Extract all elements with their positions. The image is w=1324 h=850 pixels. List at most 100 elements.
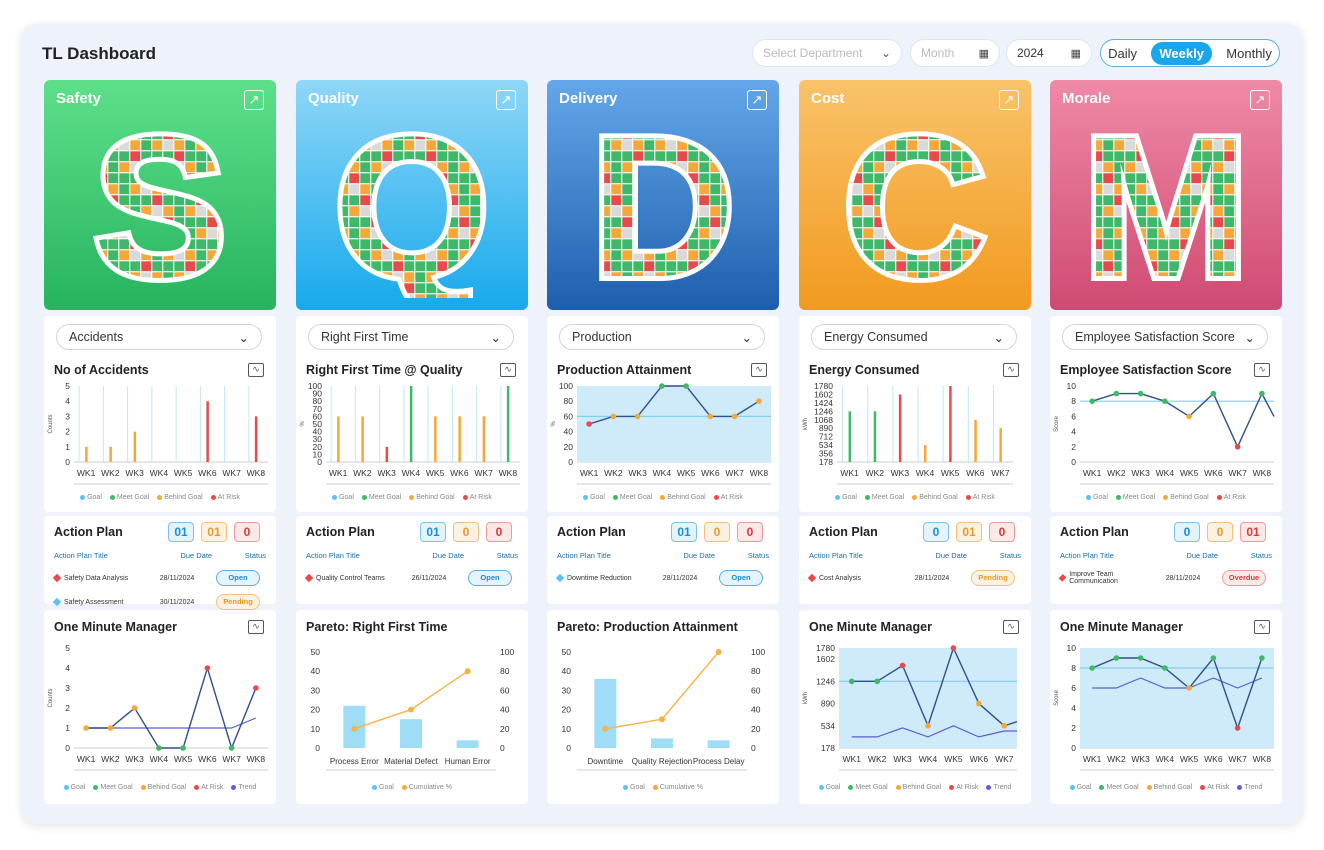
legend-item-meet-goal: Meet Goal bbox=[93, 784, 133, 791]
open-count-badge[interactable]: 01 bbox=[671, 522, 697, 542]
x-tick-label: Process Error bbox=[330, 757, 379, 766]
expand-icon[interactable]: ↗ bbox=[244, 90, 264, 110]
open-count-badge[interactable]: 0 bbox=[923, 522, 949, 542]
legend-item-at-risk: At Risk bbox=[949, 784, 978, 791]
x-tick-label: WK7 bbox=[725, 468, 744, 478]
metric-dropdown[interactable]: Energy Consumed ⌄ bbox=[811, 324, 1017, 350]
chevron-down-icon: ⌄ bbox=[238, 330, 249, 345]
kpi-chart-panel: Employee Satisfaction Score ⌄ Employee Sat… bbox=[1050, 316, 1282, 512]
legend-label: Behind Goal bbox=[919, 494, 958, 501]
x-tick-label: WK8 bbox=[1253, 468, 1272, 478]
x-tick-label: WK7 bbox=[474, 468, 493, 478]
data-point bbox=[1259, 655, 1265, 661]
chart-view-icon[interactable]: ∿ bbox=[1003, 363, 1019, 377]
bar bbox=[85, 446, 88, 462]
status-badge[interactable]: Open bbox=[468, 570, 512, 586]
pending-count-badge[interactable]: 0 bbox=[453, 522, 479, 542]
action-plan-name-text: Downtime Reduction bbox=[567, 574, 632, 582]
y2-tick-label: 60 bbox=[500, 685, 510, 695]
action-plan-row[interactable]: Downtime Reduction 28/11/2024 Open bbox=[555, 570, 769, 586]
department-select[interactable]: Select Department ⌄ bbox=[752, 39, 902, 67]
open-count-badge[interactable]: 01 bbox=[420, 522, 446, 542]
pending-count-badge[interactable]: 0 bbox=[704, 522, 730, 542]
action-plan-due: 28/11/2024 bbox=[159, 574, 195, 582]
kpi-letter-tiles bbox=[1082, 118, 1250, 298]
data-point bbox=[1186, 685, 1192, 691]
pending-count-badge[interactable]: 01 bbox=[201, 522, 227, 542]
y-axis-label: kWh bbox=[803, 692, 809, 704]
legend-item-meet-goal: Meet Goal bbox=[612, 494, 652, 501]
legend-swatch bbox=[713, 494, 719, 500]
year-picker[interactable]: 2024 ▦ bbox=[1006, 39, 1092, 67]
overdue-count-badge[interactable]: 0 bbox=[234, 522, 260, 542]
chart-view-icon[interactable]: ∿ bbox=[248, 620, 264, 634]
legend-label: Behind Goal bbox=[164, 494, 203, 501]
expand-icon[interactable]: ↗ bbox=[496, 90, 516, 110]
status-badge[interactable]: Open bbox=[216, 570, 260, 586]
kpi-card-cost[interactable]: Cost ↗ CC bbox=[799, 80, 1031, 310]
x-tick-label: WK7 bbox=[222, 754, 241, 764]
x-tick-label: WK7 bbox=[222, 468, 241, 478]
chart-title: Employee Satisfaction Score bbox=[1060, 363, 1232, 377]
status-badge[interactable]: Pending bbox=[971, 570, 1015, 586]
data-point bbox=[1162, 665, 1168, 671]
pending-count-badge[interactable]: 01 bbox=[956, 522, 982, 542]
kpi-card-delivery[interactable]: Delivery ↗ DD bbox=[547, 80, 779, 310]
chart-view-icon[interactable]: ∿ bbox=[751, 363, 767, 377]
action-plan-panel: Action Plan 01 0 0 Action Plan Title Due Date… bbox=[547, 516, 779, 604]
legend-item-behind-goal: Behind Goal bbox=[140, 784, 186, 791]
x-tick-label: WK6 bbox=[1204, 754, 1223, 764]
month-picker[interactable]: Month ▦ bbox=[910, 39, 1000, 67]
expand-icon[interactable]: ↗ bbox=[1250, 90, 1270, 110]
action-plan-row[interactable]: Cost Analysis 28/11/2024 Pending bbox=[807, 570, 1021, 586]
y-tick-label: 4 bbox=[65, 396, 70, 406]
kpi-card-quality[interactable]: Quality ↗QQ bbox=[296, 80, 528, 310]
chart-view-icon[interactable]: ∿ bbox=[500, 363, 516, 377]
overdue-count-badge[interactable]: 0 bbox=[989, 522, 1015, 542]
y-tick-label: 100 bbox=[308, 381, 322, 391]
overdue-count-badge[interactable]: 0 bbox=[737, 522, 763, 542]
action-plan-row[interactable]: Safety Assessment 30/11/2024 Pending bbox=[52, 594, 266, 610]
metric-dropdown[interactable]: Right First Time ⌄ bbox=[308, 324, 514, 350]
open-count-badge[interactable]: 0 bbox=[1174, 522, 1200, 542]
status-badge[interactable]: Overdue bbox=[1222, 570, 1266, 586]
pareto-bar bbox=[594, 678, 617, 748]
chart-view-icon[interactable]: ∿ bbox=[248, 363, 264, 377]
x-tick-label: WK1 bbox=[843, 754, 862, 764]
pending-count-badge[interactable]: 0 bbox=[1207, 522, 1233, 542]
chart-view-icon[interactable]: ∿ bbox=[1003, 620, 1019, 634]
x-tick-label: WK2 bbox=[353, 468, 372, 478]
overdue-count-badge[interactable]: 0 bbox=[486, 522, 512, 542]
chart-view-icon[interactable]: ∿ bbox=[1254, 620, 1270, 634]
open-count-badge[interactable]: 01 bbox=[168, 522, 194, 542]
status-badge[interactable]: Open bbox=[719, 570, 763, 586]
action-plan-name: Quality Control Teams bbox=[304, 573, 398, 583]
y-tick-label: 0 bbox=[65, 457, 70, 467]
calendar-icon: ▦ bbox=[978, 47, 989, 60]
action-plan-row[interactable]: Quality Control Teams 26/11/2024 Open bbox=[304, 570, 518, 586]
metric-dropdown[interactable]: Production ⌄ bbox=[559, 324, 765, 350]
overdue-count-badge[interactable]: 01 bbox=[1240, 522, 1266, 542]
goal-band bbox=[1080, 648, 1274, 748]
period-toggle[interactable]: Daily Weekly Monthly bbox=[1100, 39, 1280, 67]
bar bbox=[109, 446, 112, 462]
metric-dropdown[interactable]: Accidents ⌄ bbox=[56, 324, 262, 350]
expand-icon[interactable]: ↗ bbox=[999, 90, 1019, 110]
period-daily[interactable]: Daily bbox=[1108, 46, 1137, 61]
kpi-card-safety[interactable]: Safety ↗ SS bbox=[44, 80, 276, 310]
metric-dropdown[interactable]: Employee Satisfaction Score ⌄ bbox=[1062, 324, 1268, 350]
action-plan-panel: Action Plan 01 0 0 Action Plan Title Due Date… bbox=[296, 516, 528, 604]
action-plan-row[interactable]: Improve Team Communication 28/11/2024 Over… bbox=[1058, 570, 1272, 586]
period-weekly[interactable]: Weekly bbox=[1151, 41, 1212, 65]
kpi-card-morale[interactable]: Morale ↗ MM bbox=[1050, 80, 1282, 310]
status-badge[interactable]: Pending bbox=[216, 594, 260, 610]
action-plan-name-text: Quality Control Teams bbox=[316, 574, 385, 582]
chart-view-icon[interactable]: ∿ bbox=[1254, 363, 1270, 377]
data-point bbox=[1089, 665, 1095, 671]
legend-swatch bbox=[949, 784, 955, 790]
action-plan-row[interactable]: Safety Data Analysis 28/11/2024 Open bbox=[52, 570, 266, 586]
action-plan-due: 28/11/2024 bbox=[914, 574, 950, 582]
col-header-title: Action Plan Title bbox=[306, 551, 360, 560]
expand-icon[interactable]: ↗ bbox=[747, 90, 767, 110]
period-monthly[interactable]: Monthly bbox=[1226, 46, 1272, 61]
